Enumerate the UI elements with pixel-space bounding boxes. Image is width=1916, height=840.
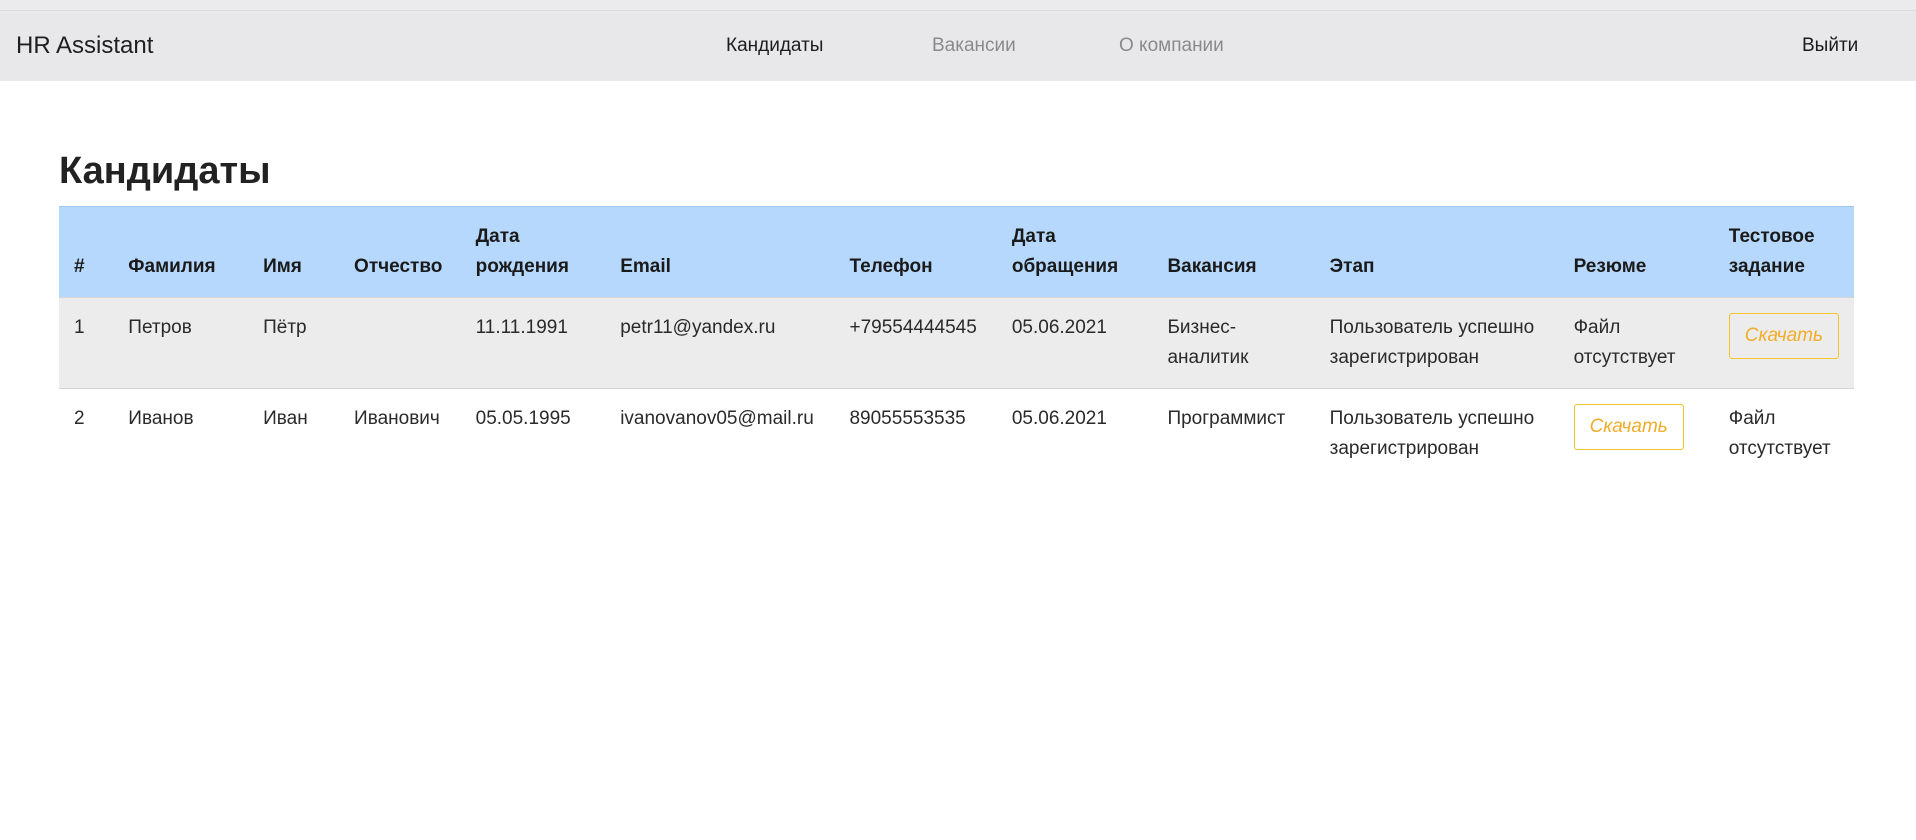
cell-vacancy: Программист	[1152, 388, 1315, 479]
cell-test-task: Скачать	[1713, 297, 1854, 389]
cell-resume: Скачать	[1558, 388, 1714, 479]
header-first-name: Имя	[248, 206, 340, 298]
download-test-task-button[interactable]: Скачать	[1728, 313, 1839, 359]
nav-link-vacancies[interactable]: Вакансии	[932, 11, 1016, 81]
table-header: # Фамилия Имя Отчество Дата рождения Ema…	[59, 206, 1854, 298]
cell-phone: 89055553535	[834, 388, 997, 479]
cell-resume: Файл отсутствует	[1558, 297, 1714, 389]
table-body: 1 Петров Пётр 11.11.1991 petr11@yandex.r…	[59, 297, 1854, 479]
header-vacancy: Вакансия	[1152, 206, 1315, 298]
table-row: 2 Иванов Иван Иванович 05.05.1995 ivanov…	[59, 388, 1854, 479]
cell-birth-date: 05.05.1995	[460, 388, 606, 479]
header-email: Email	[605, 206, 835, 298]
cell-email: ivanovanov05@mail.ru	[605, 388, 835, 479]
cell-middle-name	[339, 297, 461, 389]
table-header-row: # Фамилия Имя Отчество Дата рождения Ema…	[59, 206, 1854, 298]
main-content: Кандидаты # Фамилия Имя Отчество Дата ро…	[59, 146, 1854, 479]
download-resume-button[interactable]: Скачать	[1573, 404, 1684, 450]
header-resume: Резюме	[1558, 206, 1714, 298]
header-phone: Телефон	[834, 206, 997, 298]
candidates-table: # Фамилия Имя Отчество Дата рождения Ema…	[59, 206, 1854, 479]
browser-top-strip	[0, 0, 1916, 11]
nav-link-about-company[interactable]: О компании	[1119, 11, 1224, 81]
header-birth-date: Дата рождения	[460, 206, 606, 298]
header-test-task: Тестовое задание	[1713, 206, 1854, 298]
cell-application-date: 05.06.2021	[996, 388, 1153, 479]
top-navbar: HR Assistant Кандидаты Вакансии О компан…	[0, 11, 1916, 81]
header-middle-name: Отчество	[339, 206, 461, 298]
header-num: #	[59, 206, 114, 298]
cell-vacancy: Бизнес-аналитик	[1152, 297, 1315, 389]
cell-test-task: Файл отсутствует	[1713, 388, 1854, 479]
logout-link[interactable]: Выйти	[1802, 11, 1858, 81]
table-row: 1 Петров Пётр 11.11.1991 petr11@yandex.r…	[59, 297, 1854, 389]
cell-last-name: Иванов	[113, 388, 249, 479]
header-stage: Этап	[1314, 206, 1559, 298]
cell-birth-date: 11.11.1991	[460, 297, 606, 389]
cell-phone: +79554444545	[834, 297, 997, 389]
cell-stage: Пользователь успешно зарегистрирован	[1314, 297, 1559, 389]
header-last-name: Фамилия	[113, 206, 249, 298]
cell-stage: Пользователь успешно зарегистрирован	[1314, 388, 1559, 479]
cell-application-date: 05.06.2021	[996, 297, 1153, 389]
cell-last-name: Петров	[113, 297, 249, 389]
cell-num: 1	[59, 297, 114, 389]
nav-link-candidates[interactable]: Кандидаты	[726, 11, 823, 81]
cell-first-name: Иван	[248, 388, 340, 479]
header-application-date: Дата обращения	[996, 206, 1153, 298]
cell-num: 2	[59, 388, 114, 479]
brand-logo[interactable]: HR Assistant	[16, 11, 153, 81]
cell-middle-name: Иванович	[339, 388, 461, 479]
cell-first-name: Пётр	[248, 297, 340, 389]
page-title: Кандидаты	[59, 150, 271, 192]
cell-email: petr11@yandex.ru	[605, 297, 835, 389]
